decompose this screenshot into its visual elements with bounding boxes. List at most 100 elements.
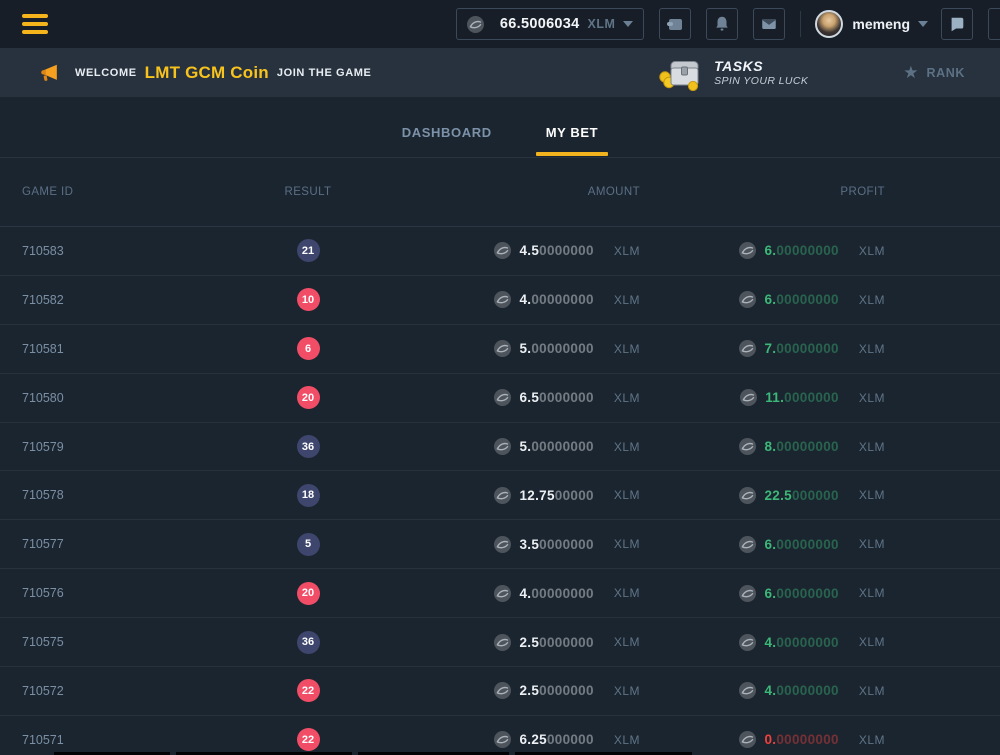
amount-value: 12.7500000 [519,488,593,503]
header-game-id: GAME ID [22,186,258,198]
rank-button[interactable]: ★ RANK [903,64,965,81]
stellar-coin-icon [740,389,757,406]
stellar-coin-icon [467,16,484,33]
amount-value: 6.50000000 [519,390,593,405]
amount-currency: XLM [614,586,640,600]
stellar-coin-icon [739,438,756,455]
profit-currency: XLM [859,244,885,258]
stellar-coin-icon [739,291,756,308]
amount-cell: 2.50000000 XLM [358,682,640,699]
game-id: 710580 [22,391,258,405]
game-id: 710578 [22,488,258,502]
table-row[interactable]: 710575 36 2.50000000 XLM 4.00000000 XLM [0,618,1000,667]
amount-cell: 6.50000000 XLM [358,389,640,406]
profit-currency: XLM [859,586,885,600]
amount-currency: XLM [614,488,640,502]
game-id: 710575 [22,635,258,649]
coin-name-label: LMT GCM Coin [145,63,269,83]
table-row[interactable]: 710582 10 4.00000000 XLM 6.00000000 XLM [0,276,1000,325]
profit-value: 4.00000000 [764,683,838,698]
username: memeng [852,16,910,32]
amount-currency: XLM [614,684,640,698]
table-row[interactable]: 710576 20 4.00000000 XLM 6.00000000 XLM [0,569,1000,618]
amount-currency: XLM [614,342,640,356]
profit-currency: XLM [859,293,885,307]
stellar-coin-icon [494,291,511,308]
profit-currency: XLM [859,488,885,502]
amount-currency: XLM [614,635,640,649]
star-icon: ★ [903,64,918,81]
table-row[interactable]: 710580 20 6.50000000 XLM 11.0000000 XLM [0,374,1000,423]
amount-cell: 4.00000000 XLM [358,291,640,308]
notifications-button[interactable] [706,8,738,40]
stellar-coin-icon [494,389,511,406]
amount-value: 6.25000000 [519,732,593,747]
user-menu[interactable]: memeng [815,10,928,38]
game-id: 710582 [22,293,258,307]
result-badge: 10 [297,288,320,311]
bell-icon [713,15,731,33]
profit-currency: XLM [859,635,885,649]
amount-value: 3.50000000 [519,537,593,552]
profit-cell: 4.00000000 XLM [640,682,885,699]
stellar-coin-icon [739,536,756,553]
mail-button[interactable] [753,8,785,40]
partial-cutoff-button [988,8,1000,40]
profit-currency: XLM [859,440,885,454]
result-badge: 20 [297,386,320,409]
join-label: JOIN THE GAME [277,67,372,79]
table-body: 710583 21 4.50000000 XLM 6.00000000 XLM … [0,227,1000,755]
amount-cell: 2.50000000 XLM [358,634,640,651]
amount-currency: XLM [614,244,640,258]
result-badge: 36 [297,631,320,654]
balance-selector[interactable]: 66.5006034 XLM [456,8,645,40]
wallet-button[interactable] [659,8,691,40]
profit-cell: 6.00000000 XLM [640,536,885,553]
header-amount: AMOUNT [358,186,640,198]
table-row[interactable]: 710572 22 2.50000000 XLM 4.00000000 XLM [0,667,1000,716]
game-id: 710581 [22,342,258,356]
hamburger-menu-icon[interactable] [22,14,48,34]
chevron-down-icon [623,21,633,27]
stellar-coin-icon [739,340,756,357]
tasks-title: TASKS [714,58,808,74]
balance-currency: XLM [588,17,616,31]
amount-value: 4.50000000 [519,243,593,258]
game-id: 710583 [22,244,258,258]
table-row[interactable]: 710571 22 6.25000000 XLM 0.00000000 XLM [0,716,1000,755]
stellar-coin-icon [494,682,511,699]
tab-my-bet[interactable]: MY BET [536,107,608,157]
profit-value: 4.00000000 [764,635,838,650]
header-result: RESULT [258,186,358,198]
table-row[interactable]: 710578 18 12.7500000 XLM 22.5000000 XLM [0,471,1000,520]
amount-cell: 4.00000000 XLM [358,585,640,602]
result-badge: 21 [297,239,320,262]
stellar-coin-icon [739,682,756,699]
wallet-icon [665,14,685,34]
chat-toggle-button[interactable] [941,8,973,40]
stellar-coin-icon [739,585,756,602]
table-row[interactable]: 710577 5 3.50000000 XLM 6.00000000 XLM [0,520,1000,569]
tab-dashboard[interactable]: DASHBOARD [392,107,502,157]
stellar-coin-icon [739,242,756,259]
table-row[interactable]: 710581 6 5.00000000 XLM 7.00000000 XLM [0,325,1000,374]
amount-cell: 5.00000000 XLM [358,340,640,357]
chat-icon [948,15,966,33]
profit-value: 6.00000000 [764,243,838,258]
table-row[interactable]: 710583 21 4.50000000 XLM 6.00000000 XLM [0,227,1000,276]
result-badge: 5 [297,533,320,556]
stellar-coin-icon [739,634,756,651]
profit-cell: 6.00000000 XLM [640,291,885,308]
profit-value: 7.00000000 [764,341,838,356]
stellar-coin-icon [739,487,756,504]
rank-label: RANK [926,66,965,80]
table-row[interactable]: 710579 36 5.00000000 XLM 8.00000000 XLM [0,423,1000,472]
profit-cell: 0.00000000 XLM [640,731,885,748]
stellar-coin-icon [739,731,756,748]
tasks-button[interactable]: TASKS SPIN YOUR LUCK [658,55,808,91]
game-id: 710571 [22,733,258,747]
profit-value: 8.00000000 [764,439,838,454]
stellar-coin-icon [494,634,511,651]
stellar-coin-icon [494,585,511,602]
stellar-coin-icon [494,731,511,748]
